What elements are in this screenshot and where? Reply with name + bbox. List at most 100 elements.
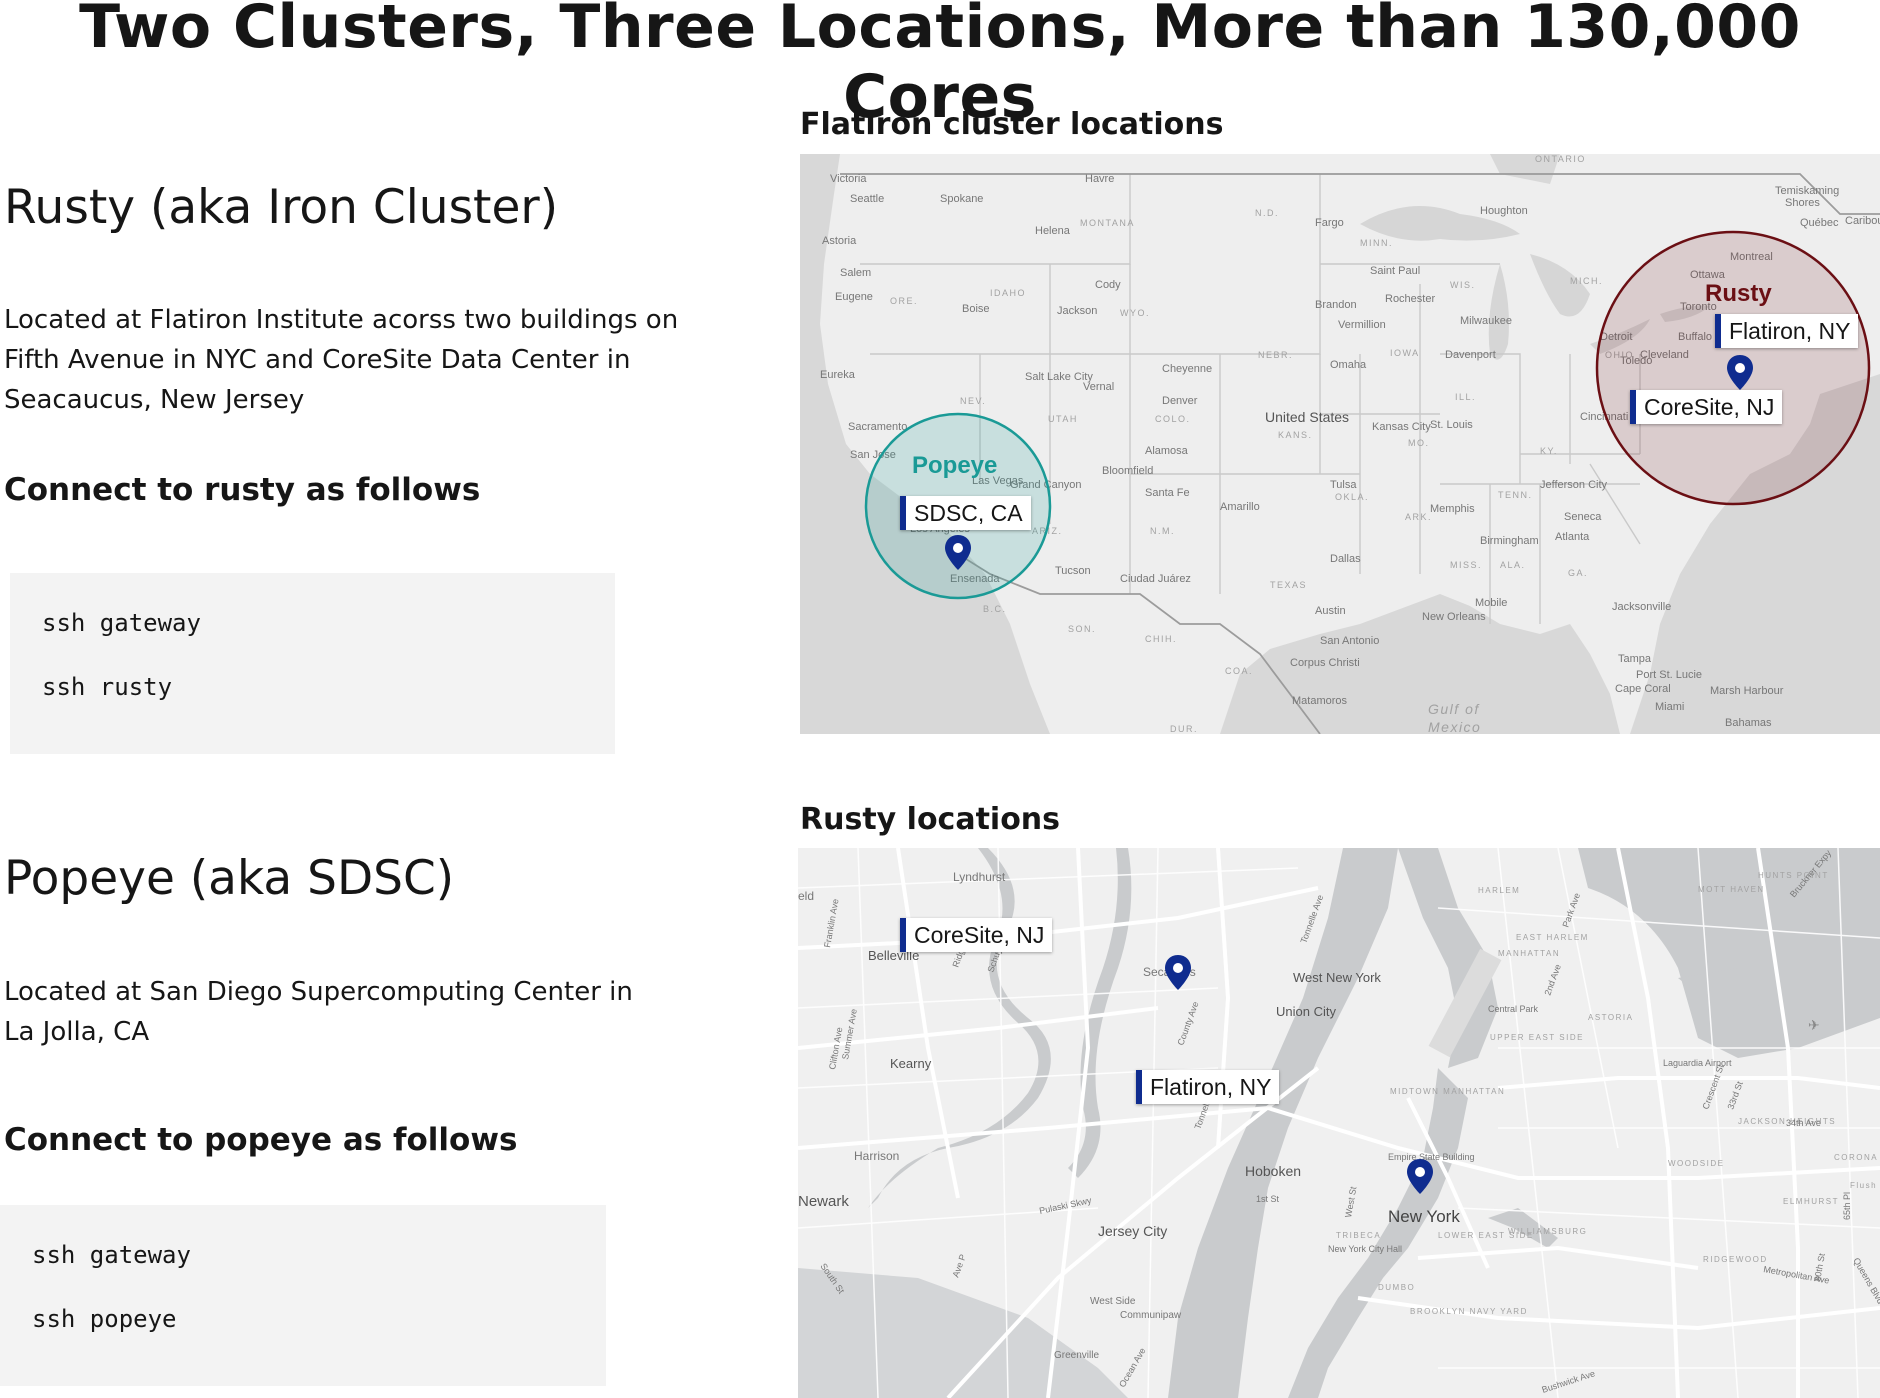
place-label: Seattle: [850, 193, 884, 205]
place-label: Bahamas: [1725, 717, 1772, 729]
street-label: Queens Blvd: [1851, 1256, 1880, 1306]
region-label: TEXAS: [1270, 580, 1307, 590]
region-label: MICH.: [1570, 276, 1603, 286]
code-line: ssh gateway: [42, 609, 201, 637]
place-label: Kansas City: [1372, 421, 1431, 433]
place-label: eld: [798, 889, 814, 903]
water-label: Gulf of: [1428, 701, 1480, 717]
popeye-connect-heading: Connect to popeye as follows: [4, 1122, 518, 1158]
code-line: ssh rusty: [42, 673, 173, 701]
place-label: Communipaw: [1120, 1310, 1182, 1321]
place-label: San Antonio: [1320, 635, 1379, 647]
place-label: Jacksonville: [1612, 601, 1671, 613]
street-label: 34th Ave: [1786, 1118, 1821, 1128]
place-label: Lyndhurst: [953, 870, 1006, 884]
region-label: GA.: [1568, 568, 1588, 578]
region-label: CHIH.: [1145, 634, 1177, 644]
street-label: Tonnelle Ave: [1298, 893, 1325, 944]
map-pin-icon[interactable]: [1725, 354, 1755, 392]
region-label: ALA.: [1500, 560, 1526, 570]
region-label: IDAHO: [990, 288, 1026, 298]
region-label: N.D.: [1255, 208, 1279, 218]
place-label: Cheyenne: [1162, 363, 1212, 375]
region-label: ARK.: [1405, 512, 1432, 522]
region-label: WYO.: [1120, 308, 1150, 318]
place-label: West Side: [1090, 1296, 1136, 1307]
region-label: COLO.: [1155, 414, 1191, 424]
place-label: Austin: [1315, 605, 1346, 617]
street-label: Bushwick Ave: [1541, 1368, 1597, 1395]
place-label: Helena: [1035, 225, 1071, 237]
rusty-heading: Rusty (aka Iron Cluster): [4, 180, 559, 235]
street-label: Crescent St: [1700, 1063, 1726, 1111]
street-label: 65th Pl: [1842, 1192, 1852, 1220]
region-label: DUMBO: [1378, 1283, 1415, 1292]
popeye-description: Located at San Diego Supercomputing Cent…: [4, 977, 633, 1047]
region-label: TENN.: [1498, 490, 1533, 500]
place-label: New York: [1388, 1207, 1460, 1226]
place-label: Jersey City: [1098, 1223, 1167, 1239]
place-label: Sacramento: [848, 421, 907, 433]
coresite-marker-label[interactable]: CoreSite, NJ: [900, 918, 1053, 952]
place-label: Vernal: [1083, 381, 1114, 393]
map-pin-icon[interactable]: [1163, 954, 1193, 992]
place-label: Havre: [1085, 173, 1114, 185]
region-label: UTAH: [1048, 414, 1078, 424]
place-label: Birmingham: [1480, 535, 1539, 547]
place-label: New York City Hall: [1328, 1244, 1402, 1254]
region-label: MOTT HAVEN: [1698, 885, 1765, 894]
place-label: Shores: [1785, 197, 1820, 209]
place-label: Eureka: [820, 369, 856, 381]
region-label: SON.: [1068, 624, 1096, 634]
popeye-heading: Popeye (aka SDSC): [4, 851, 455, 906]
ny-map[interactable]: Lyndhurst Belleville Kearny Harrison New…: [798, 848, 1880, 1398]
place-label: Québec: [1800, 217, 1839, 229]
rusty-code-block[interactable]: ssh gateway ssh rusty: [10, 573, 615, 754]
region-label: MONTANA: [1080, 218, 1135, 228]
flatiron-marker-label[interactable]: Flatiron, NY: [1136, 1070, 1280, 1104]
place-label: Salem: [840, 267, 871, 279]
coresite-marker-label[interactable]: CoreSite, NJ: [1630, 390, 1783, 424]
place-label: Seneca: [1564, 511, 1602, 523]
flatiron-marker-label[interactable]: Flatiron, NY: [1715, 314, 1859, 348]
place-label: Temiskaming: [1775, 185, 1839, 197]
place-label: Boise: [962, 303, 990, 315]
region-label: KY.: [1540, 446, 1558, 456]
place-label: Kearny: [890, 1056, 932, 1071]
map-pin-icon[interactable]: [943, 534, 973, 572]
place-label: West New York: [1293, 970, 1381, 985]
water-label: Mexico: [1428, 719, 1481, 734]
place-label: St. Louis: [1430, 419, 1473, 431]
region-label: DUR.: [1170, 724, 1198, 734]
place-label: United States: [1265, 409, 1349, 425]
region-label: ONTARIO: [1535, 154, 1586, 164]
region-label: CORONA: [1834, 1153, 1878, 1162]
street-label: 2nd Ave: [1542, 963, 1562, 997]
street-label: West St: [1343, 1185, 1358, 1218]
place-label: Jefferson City: [1540, 479, 1608, 491]
place-label: Mobile: [1475, 597, 1507, 609]
region-label: NEBR.: [1258, 350, 1293, 360]
place-label: New Orleans: [1422, 611, 1486, 623]
place-label: Dallas: [1330, 553, 1361, 565]
newark-bay: [798, 1268, 1128, 1398]
place-label: Hoboken: [1245, 1163, 1301, 1179]
place-label: Alamosa: [1145, 445, 1189, 457]
region-label: UPPER EAST SIDE: [1490, 1033, 1584, 1042]
place-label: Fargo: [1315, 217, 1344, 229]
popeye-code-block[interactable]: ssh gateway ssh popeye: [0, 1205, 606, 1386]
sdsc-marker-label[interactable]: SDSC, CA: [900, 496, 1031, 530]
region-label: MO.: [1408, 438, 1430, 448]
place-label: Tampa: [1618, 653, 1652, 665]
us-map[interactable]: Victoria Seattle Spokane Havre Helena As…: [800, 154, 1880, 734]
place-label: Memphis: [1430, 503, 1475, 515]
region-label: HARLEM: [1478, 886, 1520, 895]
region-label: RIDGEWOOD: [1703, 1255, 1768, 1264]
map-pin-icon[interactable]: [1405, 1158, 1435, 1196]
region-label: NEV.: [960, 396, 986, 406]
airport-icon: ✈: [1808, 1018, 1820, 1034]
region-label: MIDTOWN MANHATTAN: [1390, 1087, 1505, 1096]
place-label: Cody: [1095, 279, 1121, 291]
place-label: Davenport: [1445, 349, 1496, 361]
place-label: Santa Fe: [1145, 487, 1190, 499]
